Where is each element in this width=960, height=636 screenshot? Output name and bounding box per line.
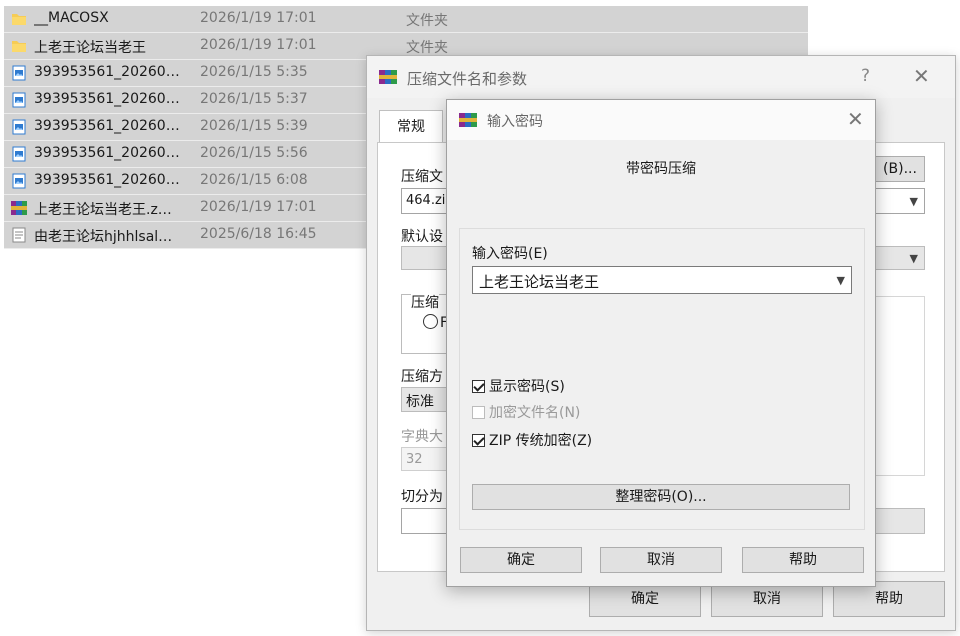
- folder-icon: [11, 11, 27, 27]
- file-name: 393953561_20260…: [34, 172, 180, 188]
- winrar-icon: [379, 70, 397, 84]
- password-label: 输入密码(E): [472, 246, 548, 262]
- checkbox-checked-icon: [472, 434, 485, 447]
- file-date: 2026/1/19 17:01: [200, 199, 317, 215]
- dictionary-size-select[interactable]: 32: [401, 447, 451, 471]
- help-icon[interactable]: ?: [861, 66, 870, 86]
- dictionary-size-label: 字典大: [401, 429, 443, 445]
- file-date: 2026/1/15 6:08: [200, 172, 308, 188]
- file-name: 393953561_20260…: [34, 118, 180, 134]
- show-password-checkbox[interactable]: 显示密码(S): [472, 376, 565, 396]
- checkbox-unchecked-icon: [472, 406, 485, 419]
- archive-name-combo-tail[interactable]: ▼: [875, 188, 925, 214]
- image-file-icon: [11, 173, 27, 189]
- password-dialog-heading: 带密码压缩: [626, 161, 696, 177]
- password-input[interactable]: 上老王论坛当老王 ▼: [472, 266, 852, 294]
- split-volumes-tail[interactable]: [875, 508, 925, 534]
- file-name: 393953561_20260…: [34, 145, 180, 161]
- encrypt-filenames-label: 加密文件名(N): [489, 405, 581, 421]
- password-value: 上老王论坛当老王: [479, 273, 600, 291]
- archive-format-label: 压缩: [411, 292, 439, 312]
- show-password-label: 显示密码(S): [489, 379, 565, 395]
- folder-icon: [11, 38, 27, 54]
- file-date: 2026/1/15 5:35: [200, 64, 308, 80]
- checkbox-checked-icon: [472, 380, 485, 393]
- dialog-titlebar[interactable]: 压缩文件名和参数 ? ✕: [367, 56, 955, 98]
- text-file-icon: [11, 227, 27, 243]
- password-dialog-titlebar[interactable]: 输入密码 ✕: [447, 100, 875, 140]
- password-dialog: 输入密码 ✕ 带密码压缩 输入密码(E) 上老王论坛当老王 ▼ 显示密码(S) …: [446, 99, 876, 587]
- compression-method-select[interactable]: 标准: [401, 387, 451, 412]
- close-icon[interactable]: ✕: [913, 64, 930, 88]
- file-name: __MACOSX: [34, 10, 109, 26]
- dialog-title: 压缩文件名和参数: [407, 70, 528, 88]
- browse-button[interactable]: (B)...: [875, 156, 925, 182]
- chevron-down-icon: ▼: [909, 252, 918, 265]
- file-date: 2026/1/19 17:01: [200, 37, 317, 53]
- profile-button[interactable]: [401, 246, 451, 270]
- split-volumes-field[interactable]: [401, 508, 451, 534]
- split-volumes-label: 切分为: [401, 489, 443, 505]
- file-row[interactable]: __MACOSX 2026/1/19 17:01 文件夹: [4, 6, 808, 33]
- file-name: 上老王论坛当老王: [34, 40, 146, 56]
- file-date: 2025/6/18 16:45: [200, 226, 317, 242]
- file-date: 2026/1/19 17:01: [200, 10, 317, 26]
- file-type: 文件夹: [406, 40, 448, 56]
- encrypt-filenames-checkbox[interactable]: 加密文件名(N): [472, 402, 580, 422]
- winrar-icon: [459, 113, 477, 127]
- radio-icon: [423, 314, 438, 329]
- file-name: 393953561_20260…: [34, 91, 180, 107]
- file-name: 上老王论坛当老王.z…: [34, 202, 172, 218]
- cancel-button[interactable]: 取消: [600, 547, 722, 573]
- default-profile-label: 默认设: [401, 229, 443, 245]
- options-group-tail: [875, 296, 925, 476]
- zip-legacy-encryption-checkbox[interactable]: ZIP 传统加密(Z): [472, 430, 592, 450]
- file-date: 2026/1/15 5:56: [200, 145, 308, 161]
- archive-name-label: 压缩文: [401, 169, 443, 185]
- compression-method-label: 压缩方: [401, 369, 443, 385]
- organize-passwords-button[interactable]: 整理密码(O)...: [472, 484, 850, 510]
- image-file-icon: [11, 119, 27, 135]
- file-name: 由老王论坛hjhhlsal…: [34, 229, 173, 245]
- format-radio[interactable]: F: [423, 314, 448, 331]
- profile-combo-tail[interactable]: ▼: [875, 246, 925, 270]
- image-file-icon: [11, 92, 27, 108]
- file-date: 2026/1/15 5:39: [200, 118, 308, 134]
- image-file-icon: [11, 65, 27, 81]
- password-dialog-title: 输入密码: [487, 114, 543, 130]
- help-button[interactable]: 帮助: [742, 547, 864, 573]
- chevron-down-icon[interactable]: ▼: [837, 274, 845, 287]
- image-file-icon: [11, 146, 27, 162]
- file-type: 文件夹: [406, 13, 448, 29]
- close-icon[interactable]: ✕: [847, 107, 864, 131]
- ok-button[interactable]: 确定: [460, 547, 582, 573]
- file-name: 393953561_20260…: [34, 64, 180, 80]
- tab-general[interactable]: 常规: [379, 110, 443, 143]
- winrar-archive-icon: [11, 200, 27, 216]
- zip-legacy-encryption-label: ZIP 传统加密(Z): [489, 433, 593, 449]
- chevron-down-icon: ▼: [909, 195, 918, 208]
- file-date: 2026/1/15 5:37: [200, 91, 308, 107]
